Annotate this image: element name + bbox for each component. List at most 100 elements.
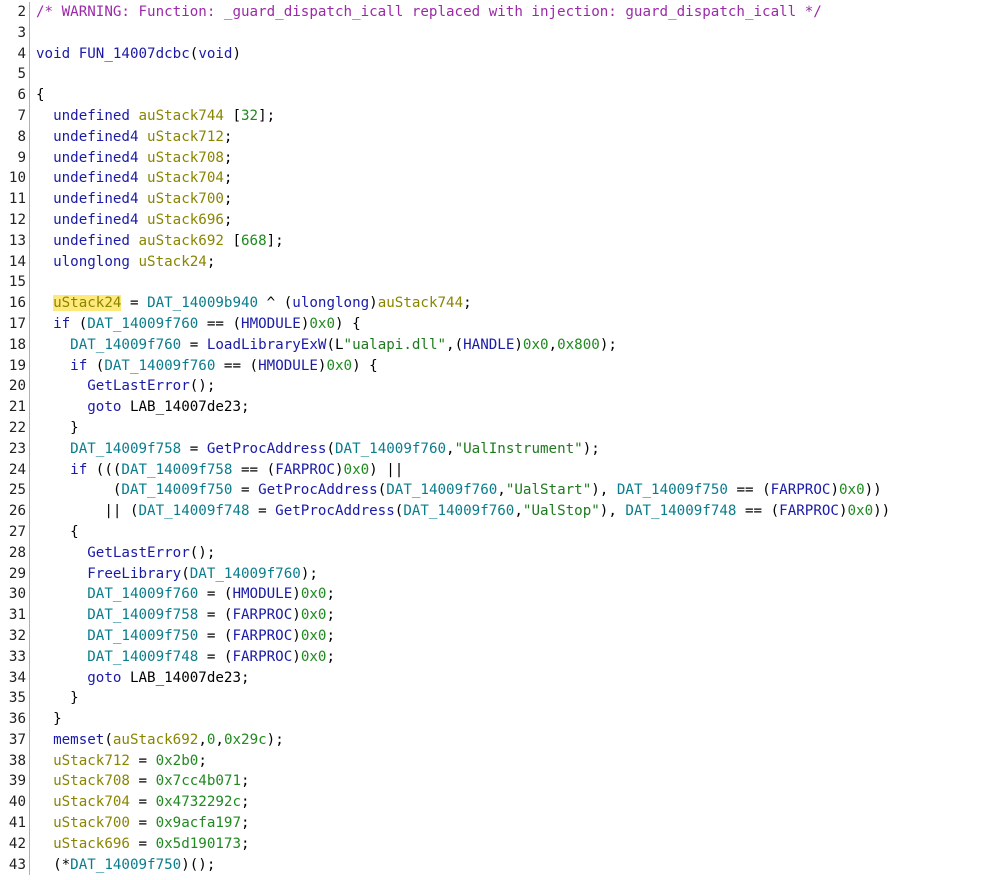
code-token[interactable]: } [36,711,62,727]
code-token[interactable]: = [181,337,207,353]
code-token[interactable]: goto [36,399,121,415]
code-token[interactable]: ; [241,836,250,852]
code-token[interactable]: auStack692 [139,233,224,249]
code-token[interactable]: = [130,753,156,769]
code-line[interactable]: 4 void FUN_14007dcbc(void) [0,43,984,65]
code-token[interactable]: HMODULE [241,316,301,332]
code-token[interactable]: ) [292,649,301,665]
code-token[interactable]: 0x0 [344,462,370,478]
code-token[interactable]: 0x0 [301,628,327,644]
code-line[interactable]: 3 [0,22,984,44]
code-token[interactable]: = ( [198,607,233,623]
code-token[interactable]: FreeLibrary [36,566,181,582]
code-token[interactable]: void [36,46,79,62]
code-token[interactable]: ) [830,482,839,498]
code-line[interactable]: 39 uStack708 = 0x7cc4b071; [0,771,984,793]
code-token[interactable]: ( [36,482,122,498]
code-token[interactable]: == ( [728,482,770,498]
code-token[interactable]: FARPROC [232,628,292,644]
code-token[interactable]: goto [36,670,121,686]
code-token[interactable]: uStack24 [139,254,207,270]
code-line[interactable]: 28 GetLastError(); [0,542,984,564]
code-token[interactable]: } [36,420,79,436]
code-token[interactable]: 0x7cc4b071 [156,773,241,789]
code-token[interactable]: ( [70,316,88,332]
code-token[interactable]: 0x9acfa197 [156,815,241,831]
code-token[interactable]: ; [326,649,335,665]
code-token[interactable]: DAT_14009f748 [139,503,250,519]
code-line[interactable]: 37 memset(auStack692,0,0x29c); [0,729,984,751]
code-token[interactable]: , [215,732,224,748]
code-line[interactable]: 20 GetLastError(); [0,376,984,398]
code-line[interactable]: 41 uStack700 = 0x9acfa197; [0,813,984,834]
code-token[interactable]: ); [267,732,284,748]
code-token[interactable]: ); [301,566,318,582]
code-token[interactable]: DAT_14009f760 [190,566,301,582]
code-token[interactable]: (); [190,545,216,561]
code-line[interactable]: 6{ [0,85,984,106]
code-token[interactable]: 0x0 [301,607,327,623]
code-line[interactable]: 21 goto LAB_14007de23; [0,397,984,418]
code-token[interactable]: = [130,794,156,810]
code-token[interactable]: , [198,732,207,748]
code-token[interactable]: uStack24 [53,295,122,312]
code-line[interactable]: 19 if (DAT_14009f760 == (HMODULE)0x0) { [0,355,984,377]
code-token[interactable]: (* [36,857,70,873]
code-token[interactable]: ; [463,295,472,311]
code-token[interactable]: == ( [736,503,779,519]
code-token[interactable]: /* WARNING: Function: _guard_dispatch_ic… [36,4,822,20]
code-token[interactable] [36,295,53,311]
code-token[interactable]: ( [378,482,387,498]
code-token[interactable]: DAT_14009f758 [36,607,198,623]
code-token[interactable]: "UalStart" [506,482,591,498]
code-token[interactable]: DAT_14009f748 [36,649,198,665]
code-line[interactable]: 24 if (((DAT_14009f758 == (FARPROC)0x0) … [0,459,984,481]
code-token[interactable]: ) [232,46,241,62]
code-token[interactable]: ( [104,732,113,748]
code-token[interactable]: DAT_14009b940 [147,295,258,311]
code-token[interactable]: uStack700 [36,815,130,831]
code-token[interactable]: 0x0 [523,337,549,353]
code-token[interactable]: == ( [215,358,258,374]
code-line[interactable]: 17 if (DAT_14009f760 == (HMODULE)0x0) { [0,313,984,335]
code-token[interactable]: ) [292,607,301,623]
code-token[interactable]: ( [181,566,190,582]
code-token[interactable]: DAT_14009f760 [36,586,198,602]
code-line[interactable]: 12 undefined4 uStack696; [0,209,984,231]
code-token[interactable]: uStack712 [36,753,130,769]
code-token[interactable]: HMODULE [258,358,318,374]
code-token[interactable]: 0x2b0 [156,753,199,769]
code-token[interactable]: = [130,773,156,789]
code-token[interactable]: uStack696 [147,212,224,228]
code-line[interactable]: 7 undefined auStack744 [32]; [0,105,984,127]
code-token[interactable]: DAT_14009f760 [36,337,181,353]
code-token[interactable]: undefined [36,108,139,124]
code-token[interactable]: 668 [241,233,267,249]
code-line[interactable]: 36 } [0,709,984,730]
code-line[interactable]: 11 undefined4 uStack700; [0,189,984,210]
code-token[interactable]: ; [326,628,335,644]
code-token[interactable]: ; [224,170,233,186]
code-token[interactable]: if [36,358,87,374]
code-token[interactable]: GetLastError [36,545,190,561]
code-token[interactable]: , [497,482,506,498]
code-token[interactable]: DAT_14009f748 [625,503,736,519]
code-token[interactable]: 0x0 [848,503,874,519]
code-line[interactable]: 5 [0,64,984,86]
code-token[interactable]: FUN_14007dcbc [79,46,190,62]
code-line[interactable]: 38 uStack712 = 0x2b0; [0,750,984,772]
code-token[interactable]: (); [190,378,216,394]
code-token[interactable]: 0x0 [301,649,327,665]
code-token[interactable]: auStack744 [139,108,224,124]
code-token[interactable]: ; [224,191,233,207]
code-token[interactable]: undefined4 [36,129,147,145]
code-token[interactable]: ; [326,607,335,623]
code-token[interactable]: ) { [352,358,378,374]
code-token[interactable]: LAB_14007de23; [121,399,250,415]
code-token[interactable]: "UalStop" [523,503,600,519]
code-token[interactable]: 32 [241,108,258,124]
code-token[interactable]: FARPROC [771,482,831,498]
code-token[interactable]: ; [207,254,216,270]
code-token[interactable]: , [549,337,558,353]
code-line[interactable]: 35 } [0,688,984,710]
